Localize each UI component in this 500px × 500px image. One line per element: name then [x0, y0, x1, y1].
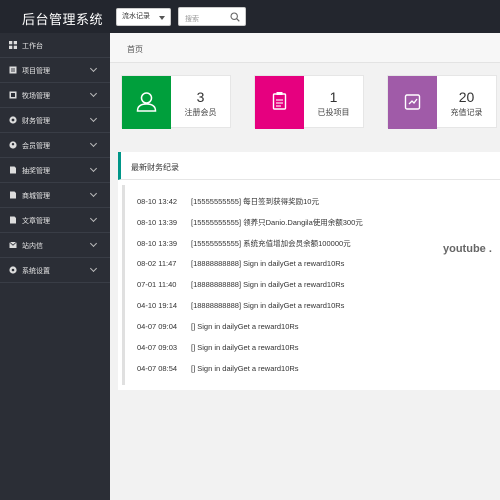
stat-label: 充值记录 — [450, 108, 483, 117]
sidebar-item-article[interactable]: 文章管理 — [0, 208, 110, 233]
sidebar-item-message[interactable]: 站内信 — [0, 233, 110, 258]
sidebar-item-project[interactable]: 项目管理 — [0, 58, 110, 83]
message-icon — [9, 241, 17, 248]
user-icon — [136, 92, 157, 112]
record-text: [] Sign in dailyGet a reward10Rs — [191, 364, 299, 373]
record-time: 04-10 19:14 — [137, 301, 178, 310]
stat-card-projects[interactable]: 1 已投项目 — [254, 75, 364, 129]
watermark: youtube . — [443, 243, 492, 255]
record-text: [] Sign in dailyGet a reward10Rs — [191, 322, 299, 331]
finance-icon — [9, 116, 17, 124]
stat-value: 20 — [458, 89, 475, 105]
record-text: [15555555555] 系统充值增加会员余额100000元 — [191, 239, 351, 248]
stat-card-icon-box — [122, 76, 171, 129]
finance-record-row: 07-01 11:40 [18888888888] Sign in dailyGe… — [137, 280, 344, 292]
record-type-select[interactable]: 流水记录 — [116, 8, 171, 26]
stat-label: 注册会员 — [184, 108, 217, 117]
record-time: 04-07 09:03 — [137, 343, 178, 352]
finance-record-row: 04-07 09:03 [] Sign in dailyGet a reward1… — [137, 343, 299, 355]
sidebar-item-label: 文章管理 — [22, 218, 50, 225]
search-icon[interactable] — [230, 12, 240, 22]
record-text: [18888888888] Sign in dailyGet a reward1… — [191, 259, 345, 268]
record-time: 04-07 08:54 — [137, 364, 178, 373]
record-text: [15555555555] 每日签到获得奖励10元 — [191, 197, 319, 206]
finance-record-row: 04-07 08:54 [] Sign in dailyGet a reward1… — [137, 364, 299, 376]
record-type-select-value: 流水记录 — [122, 13, 150, 20]
sidebar: 工作台 项目管理 牧场管理 财务管理 会员管理 抽奖管理 商城管理 文章管理 站… — [0, 33, 110, 500]
record-time: 08-10 13:39 — [137, 218, 178, 227]
sidebar-item-label: 工作台 — [22, 43, 43, 50]
finance-record-list: 08-10 13:42 [15555555555] 每日签到获得奖励10元 08-… — [122, 185, 500, 385]
stat-value: 1 — [329, 89, 338, 105]
finance-record-row: 04-07 09:04 [] Sign in dailyGet a reward1… — [137, 322, 299, 334]
chevron-down-icon — [89, 164, 98, 173]
record-text: [] Sign in dailyGet a reward10Rs — [191, 343, 299, 352]
recharge-icon — [404, 94, 421, 110]
sidebar-item-label: 牧场管理 — [22, 93, 50, 100]
record-time: 08-10 13:42 — [137, 197, 178, 206]
sidebar-item-member[interactable]: 会员管理 — [0, 133, 110, 158]
settings-icon — [9, 266, 17, 274]
project-icon — [9, 66, 17, 74]
stat-label: 已投项目 — [317, 108, 350, 117]
dashboard-icon — [9, 41, 17, 49]
app-title: 后台管理系统 — [22, 12, 104, 27]
sidebar-item-label: 站内信 — [22, 243, 43, 250]
record-text: [18888888888] Sign in dailyGet a reward1… — [191, 280, 345, 289]
finance-record-row: 08-10 13:39 [15555555555] 领养只Danio.Dangil… — [137, 217, 363, 229]
stat-card-icon-box — [388, 76, 437, 129]
stat-value: 3 — [196, 89, 205, 105]
sidebar-item-label: 抽奖管理 — [22, 168, 50, 175]
article-icon — [10, 216, 16, 224]
breadcrumb-home[interactable]: 首页 — [127, 44, 143, 55]
sidebar-item-dashboard[interactable]: 工作台 — [0, 33, 110, 58]
clipboard-icon — [272, 92, 287, 110]
finance-record-row: 04-10 19:14 [18888888888] Sign in dailyGe… — [137, 301, 344, 313]
finance-record-row: 08-10 13:39 [15555555555] 系统充值增加会员余额10000… — [137, 238, 351, 250]
record-time: 08-02 11:47 — [137, 259, 177, 268]
sidebar-item-farm[interactable]: 牧场管理 — [0, 83, 110, 108]
chevron-down-icon — [159, 16, 165, 20]
chevron-down-icon — [89, 139, 98, 148]
sidebar-item-lottery[interactable]: 抽奖管理 — [0, 158, 110, 183]
sidebar-item-shop[interactable]: 商城管理 — [0, 183, 110, 208]
search-input[interactable] — [179, 11, 231, 28]
chevron-down-icon — [89, 239, 98, 248]
chevron-down-icon — [89, 114, 98, 123]
chevron-down-icon — [89, 189, 98, 198]
finance-records-panel: 最新财务纪录 08-10 13:42 [15555555555] 每日签到获得奖励… — [118, 152, 500, 390]
chevron-down-icon — [89, 64, 98, 73]
chevron-down-icon — [89, 214, 98, 223]
sidebar-item-label: 系统设置 — [22, 268, 50, 275]
member-icon — [9, 141, 17, 149]
breadcrumb: 首页 — [110, 33, 500, 63]
sidebar-item-label: 财务管理 — [22, 118, 50, 125]
sidebar-item-label: 商城管理 — [22, 193, 50, 200]
sidebar-item-label: 项目管理 — [22, 68, 50, 75]
chevron-down-icon — [89, 264, 98, 273]
search-box[interactable] — [178, 7, 246, 28]
finance-record-row: 08-02 11:47 [18888888888] Sign in dailyGe… — [137, 259, 344, 271]
panel-header: 最新财务纪录 — [118, 152, 500, 180]
sidebar-item-settings[interactable]: 系统设置 — [0, 258, 110, 283]
stat-card-recharge[interactable]: 20 充值记录 — [387, 75, 497, 129]
stat-card-icon-box — [255, 76, 304, 129]
panel-title: 最新财务纪录 — [131, 163, 179, 172]
top-bar: 后台管理系统 流水记录 — [0, 0, 500, 33]
record-time: 07-01 11:40 — [137, 280, 177, 289]
stat-card-members[interactable]: 3 注册会员 — [121, 75, 231, 129]
record-time: 04-07 09:04 — [137, 322, 178, 331]
farm-icon — [9, 91, 17, 99]
shop-icon — [10, 191, 16, 199]
sidebar-item-label: 会员管理 — [22, 143, 50, 150]
finance-record-row: 08-10 13:42 [15555555555] 每日签到获得奖励10元 — [137, 196, 319, 208]
record-text: [15555555555] 领养只Danio.Dangila使用余额300元 — [191, 218, 363, 227]
record-text: [18888888888] Sign in dailyGet a reward1… — [191, 301, 345, 310]
sidebar-item-finance[interactable]: 财务管理 — [0, 108, 110, 133]
record-time: 08-10 13:39 — [137, 239, 178, 248]
chevron-down-icon — [89, 89, 98, 98]
lottery-icon — [10, 166, 16, 174]
